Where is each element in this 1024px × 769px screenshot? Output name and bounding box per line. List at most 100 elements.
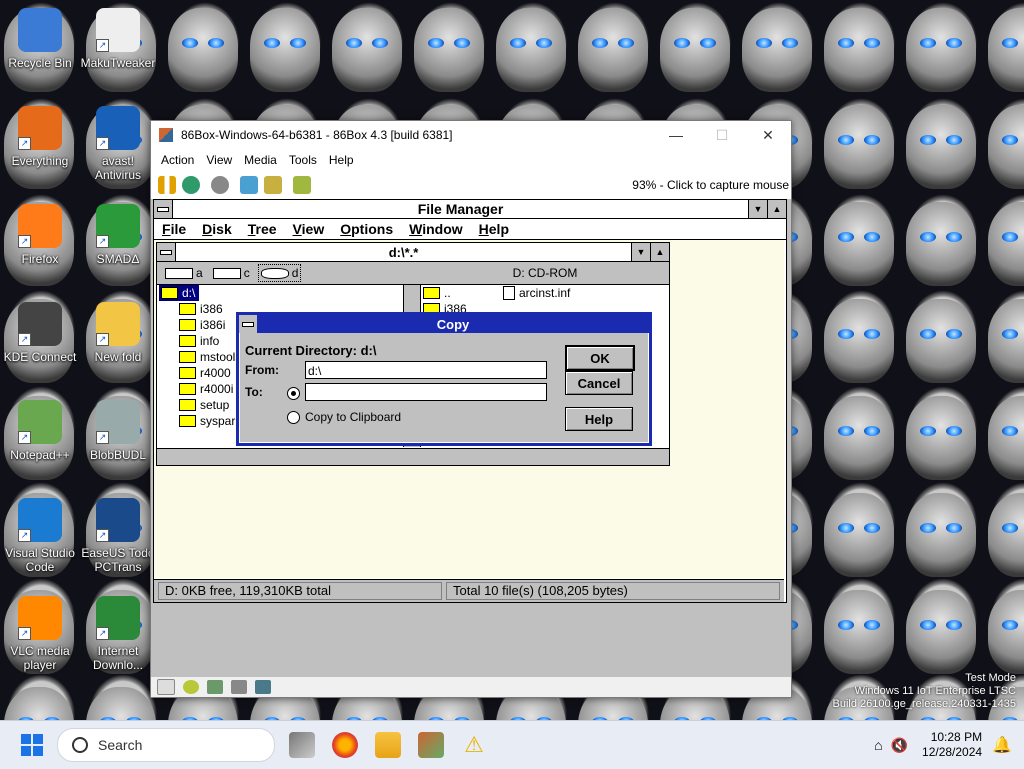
hdd-status-icon[interactable] [207, 680, 223, 694]
desktop-icon[interactable]: ↗ Firefox [0, 204, 80, 266]
file-explorer-icon[interactable] [375, 732, 401, 758]
fm-menu-view[interactable]: View [285, 221, 333, 237]
floppy-drive-icon [165, 267, 193, 279]
close-icon[interactable]: ✕ [745, 121, 791, 149]
menu-action[interactable]: Action [155, 153, 200, 167]
desktop-icon[interactable]: ↗ Visual Studio Code [0, 498, 80, 574]
from-field[interactable]: d:\ [305, 361, 547, 379]
emulated-screen[interactable]: File Manager ▼ ▲ File Disk Tree View Options… [151, 199, 791, 679]
fm-menu-disk[interactable]: Disk [194, 221, 240, 237]
firefox-icon[interactable] [332, 732, 358, 758]
notification-bell-icon[interactable]: 🔔 [992, 735, 1012, 755]
skull-wallpaper-tile [906, 105, 976, 189]
minimize-icon[interactable]: ▼ [631, 243, 650, 261]
pause-icon[interactable] [158, 176, 176, 194]
to-field[interactable] [305, 383, 547, 401]
clock[interactable]: 10:28 PM 12/28/2024 [922, 730, 982, 760]
power-icon[interactable] [211, 176, 229, 194]
skull-wallpaper-tile [250, 8, 320, 92]
emulator-titlebar[interactable]: 86Box-Windows-64-b6381 - 86Box 4.3 [buil… [151, 121, 791, 149]
settings-icon[interactable] [264, 176, 282, 194]
maximize-icon[interactable]: ☐ [699, 121, 745, 149]
desktop-icon[interactable]: ↗ EaseUS Todo PCTrans [78, 498, 158, 574]
file-manager-statusbar: D: 0KB free, 119,310KB total Total 10 fi… [154, 579, 784, 602]
desktop-icon[interactable]: Recycle Bin [0, 8, 80, 70]
desktop-icon-label: Internet Downlo... [92, 644, 144, 672]
to-radio[interactable] [287, 387, 300, 400]
drive-d[interactable]: d [257, 264, 302, 282]
capture-status: 93% - Click to capture mouse [632, 178, 789, 192]
reset-icon[interactable] [182, 176, 200, 194]
desktop-shortcut-icon: ↗ [18, 302, 62, 346]
desktop-icon[interactable]: ↗ Everything [0, 106, 80, 168]
horizontal-scrollbar[interactable] [157, 448, 669, 465]
ctrl-alt-del-icon[interactable] [240, 176, 258, 194]
menu-media[interactable]: Media [238, 153, 283, 167]
hard-drive-icon [212, 267, 241, 279]
directory-window-title: d:\*.* [388, 244, 419, 260]
clipboard-radio[interactable] [287, 411, 300, 424]
desktop-shortcut-icon: ↗ [96, 596, 140, 640]
maximize-icon[interactable]: ▲ [767, 200, 786, 218]
tree-item[interactable]: d:\ [159, 285, 199, 301]
file-manager-titlebar[interactable]: File Manager ▼ ▲ [154, 200, 786, 219]
copy-dialog-titlebar[interactable]: Copy [239, 315, 649, 333]
desktop-icon[interactable]: ↗ VLC media player [0, 596, 80, 672]
copy-dialog[interactable]: Copy Current Directory: d:\ From: d:\ To… [236, 312, 652, 446]
cdrom-status-icon[interactable] [183, 680, 199, 694]
desktop-icon[interactable]: ↗ SMADΔ [78, 204, 158, 266]
menu-tools[interactable]: Tools [283, 153, 323, 167]
system-menu-icon[interactable] [154, 200, 173, 218]
menu-help[interactable]: Help [323, 153, 360, 167]
86box-taskbar-icon[interactable] [418, 732, 444, 758]
desktop-icon[interactable]: ↗ Notepad++ [0, 400, 80, 462]
network-status-icon[interactable] [231, 680, 247, 694]
drive-a[interactable]: a [163, 265, 205, 281]
desktop-shortcut-icon: ↗ [18, 498, 62, 542]
emulator-window[interactable]: 86Box-Windows-64-b6381 - 86Box 4.3 [buil… [150, 120, 792, 698]
minimize-icon[interactable]: ▼ [748, 200, 767, 218]
ok-button[interactable]: OK [565, 345, 635, 371]
fm-menu-file[interactable]: File [154, 221, 194, 237]
floppy-status-icon[interactable] [157, 679, 175, 695]
desktop-icon[interactable]: ↗ avast! Antivirus [78, 106, 158, 182]
skull-wallpaper-tile [824, 396, 894, 480]
warning-icon[interactable]: ⚠ [461, 732, 487, 758]
task-view-icon[interactable] [289, 732, 315, 758]
file-list-item[interactable]: arcinst.inf [503, 285, 570, 301]
system-menu-icon[interactable] [239, 315, 257, 333]
directory-window-titlebar[interactable]: d:\*.* ▼ ▲ [157, 243, 669, 262]
desktop-icon[interactable]: ↗ BlobBUDL [78, 400, 158, 462]
system-menu-icon[interactable] [157, 243, 176, 261]
skull-wallpaper-tile [496, 8, 566, 92]
desktop-icon-label: Firefox [21, 252, 59, 266]
start-button[interactable] [21, 734, 43, 756]
file-manager-window[interactable]: File Manager ▼ ▲ File Disk Tree View Options… [153, 199, 787, 603]
shortcut-arrow-icon: ↗ [18, 333, 31, 346]
desktop-icon[interactable]: ↗ MakuTweaker [78, 8, 158, 70]
volume-icon[interactable]: 🔇 [891, 737, 908, 754]
maximize-icon[interactable]: ▲ [650, 243, 669, 261]
fm-menu-window[interactable]: Window [401, 221, 471, 237]
sound-status-icon[interactable] [255, 680, 271, 694]
search-box[interactable]: Search [57, 728, 275, 762]
emulator-title: 86Box-Windows-64-b6381 - 86Box 4.3 [buil… [181, 128, 453, 142]
help-button[interactable]: Help [565, 407, 633, 431]
desktop-icon[interactable]: ↗ KDE Connect [0, 302, 80, 364]
desktop-icon[interactable]: ↗ Internet Downlo... [78, 596, 158, 672]
desktop-shortcut-icon: ↗ [96, 302, 140, 346]
fm-menu-tree[interactable]: Tree [240, 221, 285, 237]
fm-menu-options[interactable]: Options [332, 221, 401, 237]
skull-wallpaper-tile [906, 299, 976, 383]
minimize-icon[interactable]: — [653, 121, 699, 149]
skull-wallpaper-tile [824, 493, 894, 577]
skull-wallpaper-tile [988, 105, 1024, 189]
network-icon[interactable]: ⌂ [874, 737, 882, 753]
fm-menu-help[interactable]: Help [471, 221, 517, 237]
screenshot-icon[interactable] [293, 176, 311, 194]
cancel-button[interactable]: Cancel [565, 371, 633, 395]
desktop-icon[interactable]: ↗ New fold [78, 302, 158, 364]
skull-wallpaper-tile [824, 590, 894, 674]
drive-c[interactable]: c [211, 265, 252, 281]
menu-view[interactable]: View [200, 153, 238, 167]
